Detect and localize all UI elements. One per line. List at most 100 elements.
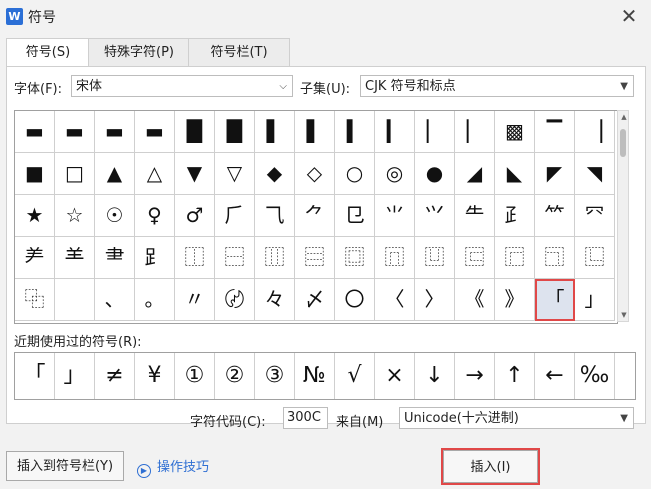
symbol-cell[interactable]: ▌ (295, 111, 335, 153)
symbol-cell[interactable]: 」 (575, 279, 615, 321)
symbol-cell[interactable]: ⿴ (335, 237, 375, 279)
recent-symbol-cell[interactable]: № (295, 353, 335, 399)
symbol-cell[interactable]: ▏ (455, 111, 495, 153)
scroll-up-icon[interactable]: ▲ (619, 113, 629, 121)
insert-button[interactable]: 插入(I) (441, 448, 540, 485)
symbol-cell[interactable]: 〃 (175, 279, 215, 321)
symbol-cell[interactable]: ▼ (175, 153, 215, 195)
font-select[interactable]: 宋体 ⌵ (71, 75, 293, 97)
recent-symbol-cell[interactable]: ≠ (95, 353, 135, 399)
symbol-cell[interactable]: ⿰ (175, 237, 215, 279)
add-to-symbol-bar-button[interactable]: 插入到符号栏(Y) (6, 451, 124, 481)
from-select[interactable]: Unicode(十六进制) ▼ (399, 407, 634, 429)
subset-select[interactable]: CJK 符号和标点 ▼ (360, 75, 634, 97)
symbol-cell[interactable]: 〇 (335, 279, 375, 321)
close-button[interactable]: ✕ (617, 4, 641, 28)
symbol-cell[interactable]: ⺶ (15, 237, 55, 279)
recent-symbol-cell[interactable]: × (375, 353, 415, 399)
symbol-cell[interactable]: ⻊ (135, 237, 175, 279)
symbol-cell[interactable]: ⺻ (95, 237, 135, 279)
symbol-cell[interactable]: ▽ (215, 153, 255, 195)
recent-symbol-cell[interactable]: ① (175, 353, 215, 399)
recent-symbol-cell[interactable]: → (455, 353, 495, 399)
symbol-cell[interactable]: ◥ (575, 153, 615, 195)
symbol-cell[interactable]: ▍ (335, 111, 375, 153)
symbol-cell[interactable]: ○ (335, 153, 375, 195)
symbol-cell[interactable]: ◆ (255, 153, 295, 195)
symbol-cell[interactable]: ⿻ (15, 279, 55, 321)
symbol-cell[interactable]: ⺌ (375, 195, 415, 237)
recent-symbol-cell[interactable]: ③ (255, 353, 295, 399)
symbol-cell[interactable]: ⺳ (575, 195, 615, 237)
recent-symbol-cell[interactable]: ② (215, 353, 255, 399)
symbol-cell[interactable]: ▎ (375, 111, 415, 153)
recent-symbol-cell[interactable]: √ (335, 353, 375, 399)
symbol-cell[interactable]: ▬ (95, 111, 135, 153)
symbol-cell[interactable]: ⿵ (375, 237, 415, 279)
grid-scrollbar[interactable]: ▲ ▼ (617, 110, 629, 322)
recent-symbol-cell[interactable]: ↑ (495, 353, 535, 399)
symbol-cell[interactable]: ⿹ (535, 237, 575, 279)
recent-symbol-cell[interactable]: ‰ (575, 353, 615, 399)
symbol-cell[interactable]: ▲ (95, 153, 135, 195)
symbol-cell[interactable]: △ (135, 153, 175, 195)
symbol-cell[interactable]: 「 (535, 279, 575, 321)
symbol-cell[interactable]: ■ (15, 153, 55, 195)
symbol-cell[interactable]: ★ (15, 195, 55, 237)
symbol-cell[interactable]: ⺁ (215, 195, 255, 237)
symbol-cell[interactable]: □ (55, 153, 95, 195)
symbol-cell[interactable]: ⺧ (455, 195, 495, 237)
symbol-cell[interactable]: ⺮ (535, 195, 575, 237)
symbol-cell[interactable]: 〈 (375, 279, 415, 321)
symbol-cell[interactable]: ◢ (455, 153, 495, 195)
symbol-cell[interactable]: 〉 (415, 279, 455, 321)
symbol-cell[interactable]: 。 (135, 279, 175, 321)
symbol-cell[interactable]: ⺪ (495, 195, 535, 237)
symbol-cell[interactable]: ⿶ (415, 237, 455, 279)
symbol-cell[interactable]: ⺈ (295, 195, 335, 237)
symbol-cell[interactable]: ⿸ (495, 237, 535, 279)
symbol-cell[interactable]: ⿱ (215, 237, 255, 279)
symbol-cell[interactable]: ▬ (15, 111, 55, 153)
tab-symbols[interactable]: 符号(S) (6, 38, 90, 68)
tab-symbol-bar[interactable]: 符号栏(T) (188, 38, 290, 66)
symbol-cell[interactable]: ⿳ (295, 237, 335, 279)
symbol-cell[interactable] (55, 279, 95, 321)
symbol-cell[interactable]: 々 (255, 279, 295, 321)
symbol-cell[interactable]: ▩ (495, 111, 535, 153)
scroll-down-icon[interactable]: ▼ (619, 311, 629, 319)
symbol-cell[interactable]: ◣ (495, 153, 535, 195)
symbol-cell[interactable]: 》 (495, 279, 535, 321)
symbol-cell[interactable]: ⿷ (455, 237, 495, 279)
symbol-cell[interactable]: ⺄ (255, 195, 295, 237)
recent-symbol-cell[interactable]: ← (535, 353, 575, 399)
symbol-cell[interactable]: ⿺ (575, 237, 615, 279)
symbol-cell[interactable]: 、 (95, 279, 135, 321)
recent-symbol-cell[interactable]: ¥ (135, 353, 175, 399)
recent-symbol-cell[interactable]: ↓ (415, 353, 455, 399)
recent-symbol-cell[interactable]: 」 (55, 353, 95, 399)
symbol-cell[interactable]: 《 (455, 279, 495, 321)
symbol-cell[interactable]: ▬ (55, 111, 95, 153)
symbol-cell[interactable]: ⺋ (335, 195, 375, 237)
symbol-cell[interactable]: ☆ (55, 195, 95, 237)
symbol-cell[interactable]: ▔ (535, 111, 575, 153)
symbol-cell[interactable]: ▬ (135, 111, 175, 153)
symbol-cell[interactable]: ◤ (535, 153, 575, 195)
tips-link[interactable]: ▶ 操作技巧 (137, 456, 209, 478)
symbol-cell[interactable]: ◎ (375, 153, 415, 195)
symbol-cell[interactable]: ⺍ (415, 195, 455, 237)
symbol-cell[interactable]: ♀ (135, 195, 175, 237)
symbol-cell[interactable]: ⺷ (55, 237, 95, 279)
symbol-cell[interactable]: ● (415, 153, 455, 195)
symbol-cell[interactable]: ☉ (95, 195, 135, 237)
symbol-cell[interactable]: 〆 (295, 279, 335, 321)
recent-symbol-cell[interactable]: 「 (15, 353, 55, 399)
symbol-cell[interactable]: ▕ (575, 111, 615, 153)
symbol-cell[interactable]: ▏ (415, 111, 455, 153)
symbol-cell[interactable]: ♂ (175, 195, 215, 237)
symbol-cell[interactable]: ▌ (255, 111, 295, 153)
scroll-thumb[interactable] (620, 129, 626, 157)
symbol-cell[interactable]: ◇ (295, 153, 335, 195)
tab-special-chars[interactable]: 特殊字符(P) (88, 38, 190, 66)
